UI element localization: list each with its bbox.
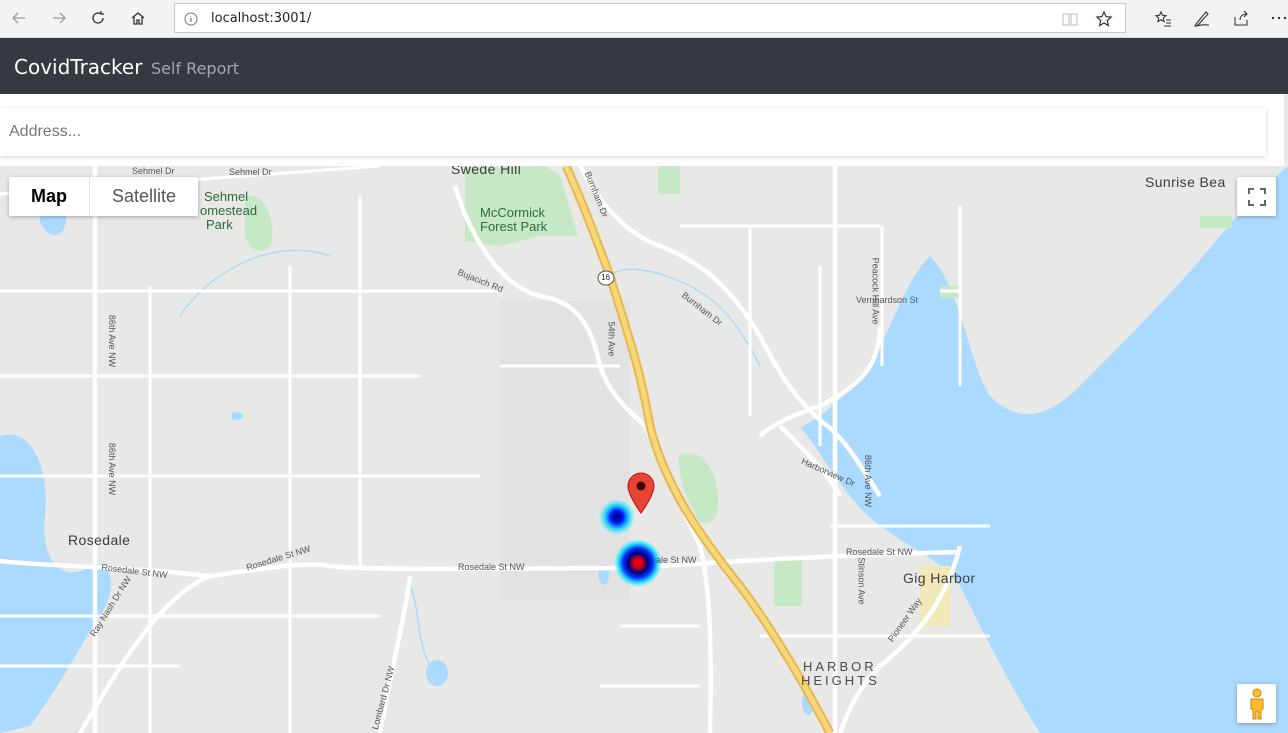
favorite-star-icon[interactable] <box>1095 10 1113 28</box>
label-sunrise-beach: Sunrise Bea <box>1145 174 1226 190</box>
label-sehmel-park-3: Park <box>206 217 233 232</box>
arrow-left-icon <box>12 12 25 24</box>
label-sehmel-park-1: Sehmel <box>204 189 249 204</box>
label-stinson-ave: Stinson Ave <box>856 557 867 605</box>
favorites-button[interactable] <box>1150 6 1176 30</box>
label-swede-hill: Swede Hill <box>451 166 522 177</box>
info-icon[interactable] <box>183 11 199 27</box>
home-icon <box>131 12 145 25</box>
label-sehmel-park-2: omestead <box>200 203 258 218</box>
nav-link-self-report[interactable]: Self Report <box>151 59 239 78</box>
fullscreen-icon <box>1247 187 1266 206</box>
label-86th-ave-2: 86th Ave NW <box>107 442 118 496</box>
location-marker-icon[interactable] <box>627 472 655 514</box>
pen-icon <box>1193 11 1210 27</box>
street-view-pegman-button[interactable] <box>1237 684 1276 723</box>
page-scrollbar[interactable] <box>1284 94 1288 166</box>
favorites-list-icon <box>1154 10 1171 27</box>
label-harbor-heights-2: HEIGHTS <box>801 673 880 688</box>
more-dots-icon <box>1271 16 1287 20</box>
label-vernhardson-st: Vernhardson St <box>856 295 919 305</box>
map-base-layer <box>0 166 1288 733</box>
app-navbar: CovidTracker Self Report <box>0 38 1288 94</box>
home-button[interactable] <box>125 6 151 30</box>
heatmap-point-high <box>614 539 662 587</box>
forward-button[interactable] <box>46 6 72 30</box>
reading-view-icon[interactable] <box>1061 10 1079 28</box>
address-bar[interactable]: localhost:3001/ <box>174 3 1126 33</box>
label-rosedale-st-5: Rosedale St NW <box>846 547 913 557</box>
map-canvas[interactable]: Swede Hill Sehmel Dr Sehmel Dr Sehmel om… <box>0 166 1288 733</box>
label-rosedale: Rosedale <box>68 532 131 548</box>
map-type-map-button[interactable]: Map <box>9 177 89 216</box>
label-harbor-heights-1: HARBOR <box>803 659 877 674</box>
map-type-control: Map Satellite <box>9 177 199 216</box>
label-peacock-hill-ave: Peacock Hill Ave <box>870 257 881 325</box>
brand-logo[interactable]: CovidTracker <box>14 55 142 79</box>
label-rosedale-st-4: ale St NW <box>656 555 697 565</box>
address-input[interactable] <box>0 108 1266 156</box>
label-rosedale-st-3: Rosedale St NW <box>458 562 525 572</box>
label-mccormick-2: Forest Park <box>480 219 548 234</box>
label-54th-ave: 54th Ave <box>606 321 617 357</box>
back-button[interactable] <box>6 6 32 30</box>
url-text[interactable]: localhost:3001/ <box>211 11 311 26</box>
refresh-icon <box>92 11 104 24</box>
label-sehmel-dr-1: Sehmel Dr <box>132 166 175 176</box>
label-route-16: 16 <box>601 273 610 282</box>
arrow-right-icon <box>53 12 66 24</box>
fullscreen-button[interactable] <box>1237 177 1276 216</box>
label-sehmel-dr-2: Sehmel Dr <box>229 167 272 177</box>
map-type-satellite-button[interactable]: Satellite <box>90 177 198 216</box>
pegman-icon <box>1250 688 1263 719</box>
more-button[interactable] <box>1266 6 1288 30</box>
label-86th-ave-1: 86th Ave NW <box>107 314 118 368</box>
share-icon <box>1234 10 1248 26</box>
browser-toolbar: localhost:3001/ <box>0 0 1288 38</box>
refresh-button[interactable] <box>85 6 111 30</box>
address-search <box>0 108 1266 156</box>
share-button[interactable] <box>1228 6 1254 30</box>
label-86th-ave-3: 86th Ave NW <box>863 454 874 508</box>
label-mccormick-1: McCormick <box>480 205 545 220</box>
notes-button[interactable] <box>1189 6 1215 30</box>
label-gig-harbor: Gig Harbor <box>903 570 976 586</box>
